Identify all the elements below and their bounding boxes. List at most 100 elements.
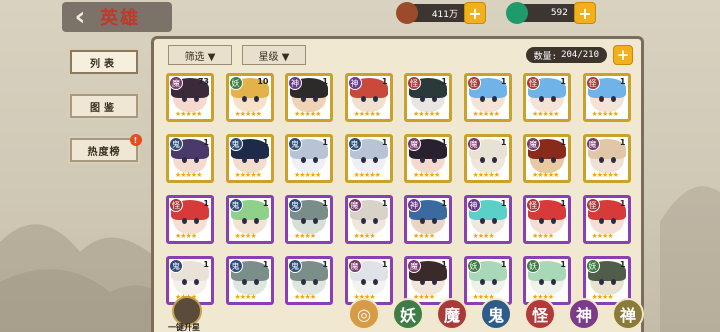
hero-card[interactable]: 神 1 ★★★★ [404,195,452,244]
hero-level: 1 [500,199,507,208]
hero-type-badge: 怪 [526,76,540,90]
category-yao-button[interactable]: 妖 [392,298,424,330]
hero-stars: ★★★★★ [234,171,262,179]
hero-card[interactable]: 怪 1 ★★★★★ [582,73,631,122]
hero-card[interactable]: 鬼 1 ★★★★ [225,256,274,305]
hero-card[interactable]: 魔 1 ★★★★ [344,195,393,244]
hero-stars: ★★★★ [413,232,435,240]
hero-card[interactable]: 妖 1 ★★★★ [463,256,512,305]
expand-capacity-button[interactable]: + [613,45,633,65]
star-filter-dropdown[interactable]: 星级 ▼ [242,45,306,65]
hero-card[interactable]: 神 1 ★★★★★ [285,73,333,122]
hero-eye [253,218,259,224]
coin-icon [396,2,418,24]
hero-card[interactable]: 怪 1 ★★★★★ [523,73,571,122]
category-gui-button[interactable]: 鬼 [480,298,512,330]
hero-level: 1 [322,77,328,86]
tab-list[interactable]: 列表 [70,50,138,74]
hero-card[interactable]: 鬼 1 ★★★★ [285,195,333,244]
add-coin-button[interactable]: + [464,2,486,24]
hero-level: 10 [257,77,269,86]
hero-eye [479,279,485,285]
hero-card[interactable]: 鬼 1 ★★★★★ [285,134,333,183]
hero-eye [610,96,616,102]
hero-level: 1 [500,260,507,269]
hero-list-panel: 筛选 ▼ 星级 ▼ 数量: 204/210 + 魔 73 ★★★★★ 妖 10 ★★★★★… [151,36,644,332]
category-shen-button[interactable]: 神 [568,298,600,330]
hero-card[interactable]: 怪 1 ★★★★ [166,195,214,244]
hero-card[interactable]: 魔 73 ★★★★★ [166,73,214,122]
hero-type-badge: 神 [407,198,421,212]
add-jade-button[interactable]: + [574,2,596,24]
tab-popularity[interactable]: 热度榜 ! [70,134,142,162]
hero-card[interactable]: 鬼 1 ★★★★★ [344,134,393,183]
hero-level: 1 [262,260,269,269]
hero-eye [491,96,497,102]
hero-card[interactable]: 鬼 1 ★★★★★ [225,134,274,183]
hero-type-badge: 魔 [347,259,362,273]
category-mo-button[interactable]: 魔 [436,298,468,330]
hero-card[interactable]: 神 1 ★★★★★ [344,73,393,122]
hero-card[interactable]: 怪 1 ★★★★ [582,195,631,244]
hero-card[interactable]: 魔 1 ★★★★★ [463,134,512,183]
hero-eye [598,157,604,163]
hero-type-badge: 鬼 [288,137,302,151]
hero-eye [194,96,199,102]
hero-card[interactable]: 魔 1 ★★★★★ [582,134,631,183]
hero-type-badge: 妖 [466,259,481,273]
hero-eye [360,279,366,285]
hero-eye [598,218,604,224]
filter-dropdown[interactable]: 筛选 ▼ [168,45,232,65]
jade-resource: 592 + [506,2,596,24]
hero-eye [372,218,378,224]
hero-stars: ★★★★ [234,293,257,301]
hero-card[interactable]: 鬼 1 ★★★★ [225,195,274,244]
upstar-label: 一键升星 [168,322,200,332]
hero-stars: ★★★★★ [353,171,381,179]
hero-type-badge: 鬼 [228,137,243,151]
hero-type-badge: 魔 [169,76,183,90]
chevron-left-icon[interactable]: ‹ [66,2,94,32]
hero-level: 1 [203,260,209,269]
hero-card[interactable]: 鬼 1 ★★★★ [285,256,333,305]
hero-type-badge: 怪 [466,76,481,90]
hero-eye [491,218,497,224]
category-chan-button[interactable]: 禅 [612,298,644,330]
hero-card[interactable]: 魔 1 ★★★★ [344,256,393,305]
hero-stars: ★★★★★ [472,110,500,118]
hero-card[interactable]: 妖 10 ★★★★★ [225,73,274,122]
hero-stars: ★★★★★ [413,171,440,179]
hero-eye [539,96,544,102]
hero-level: 1 [203,138,209,147]
category-guai-button[interactable]: 怪 [524,298,556,330]
hero-type-badge: 魔 [407,137,421,151]
hero-type-badge: 神 [466,198,481,212]
category-all-button[interactable]: ◎ [348,298,380,330]
hero-eye [313,96,318,102]
hero-card[interactable]: 妖 1 ★★★★ [523,256,571,305]
hero-eye [253,279,259,285]
hero-eye [301,157,306,163]
hero-eye [420,218,425,224]
hero-type-badge: 魔 [407,259,421,273]
hero-stars: ★★★★ [294,293,316,301]
hero-type-badge: 魔 [585,137,600,151]
hero-card[interactable]: 魔 1 ★★★★★ [404,134,452,183]
hero-type-badge: 鬼 [288,259,302,273]
hero-card[interactable]: 神 1 ★★★★ [463,195,512,244]
page-title: 英雄 [100,8,140,29]
hero-card[interactable]: 怪 1 ★★★★★ [404,73,452,122]
hero-stars: ★★★★ [591,293,614,301]
hero-level: 1 [441,138,447,147]
hero-card[interactable]: 怪 1 ★★★★★ [463,73,512,122]
hero-card[interactable]: 怪 1 ★★★★ [523,195,571,244]
tab-codex[interactable]: 图鉴 [70,94,138,118]
hero-eye [182,279,187,285]
hero-stars: ★★★★★ [591,171,619,179]
hero-card[interactable]: 鬼 1 ★★★★★ [166,134,214,183]
hero-card[interactable]: 魔 1 ★★★★★ [523,134,571,183]
coin-value: 411万 [431,9,458,20]
tab-popularity-label: 热度榜 [87,146,121,158]
hero-eye [610,279,616,285]
hero-eye [360,96,366,102]
